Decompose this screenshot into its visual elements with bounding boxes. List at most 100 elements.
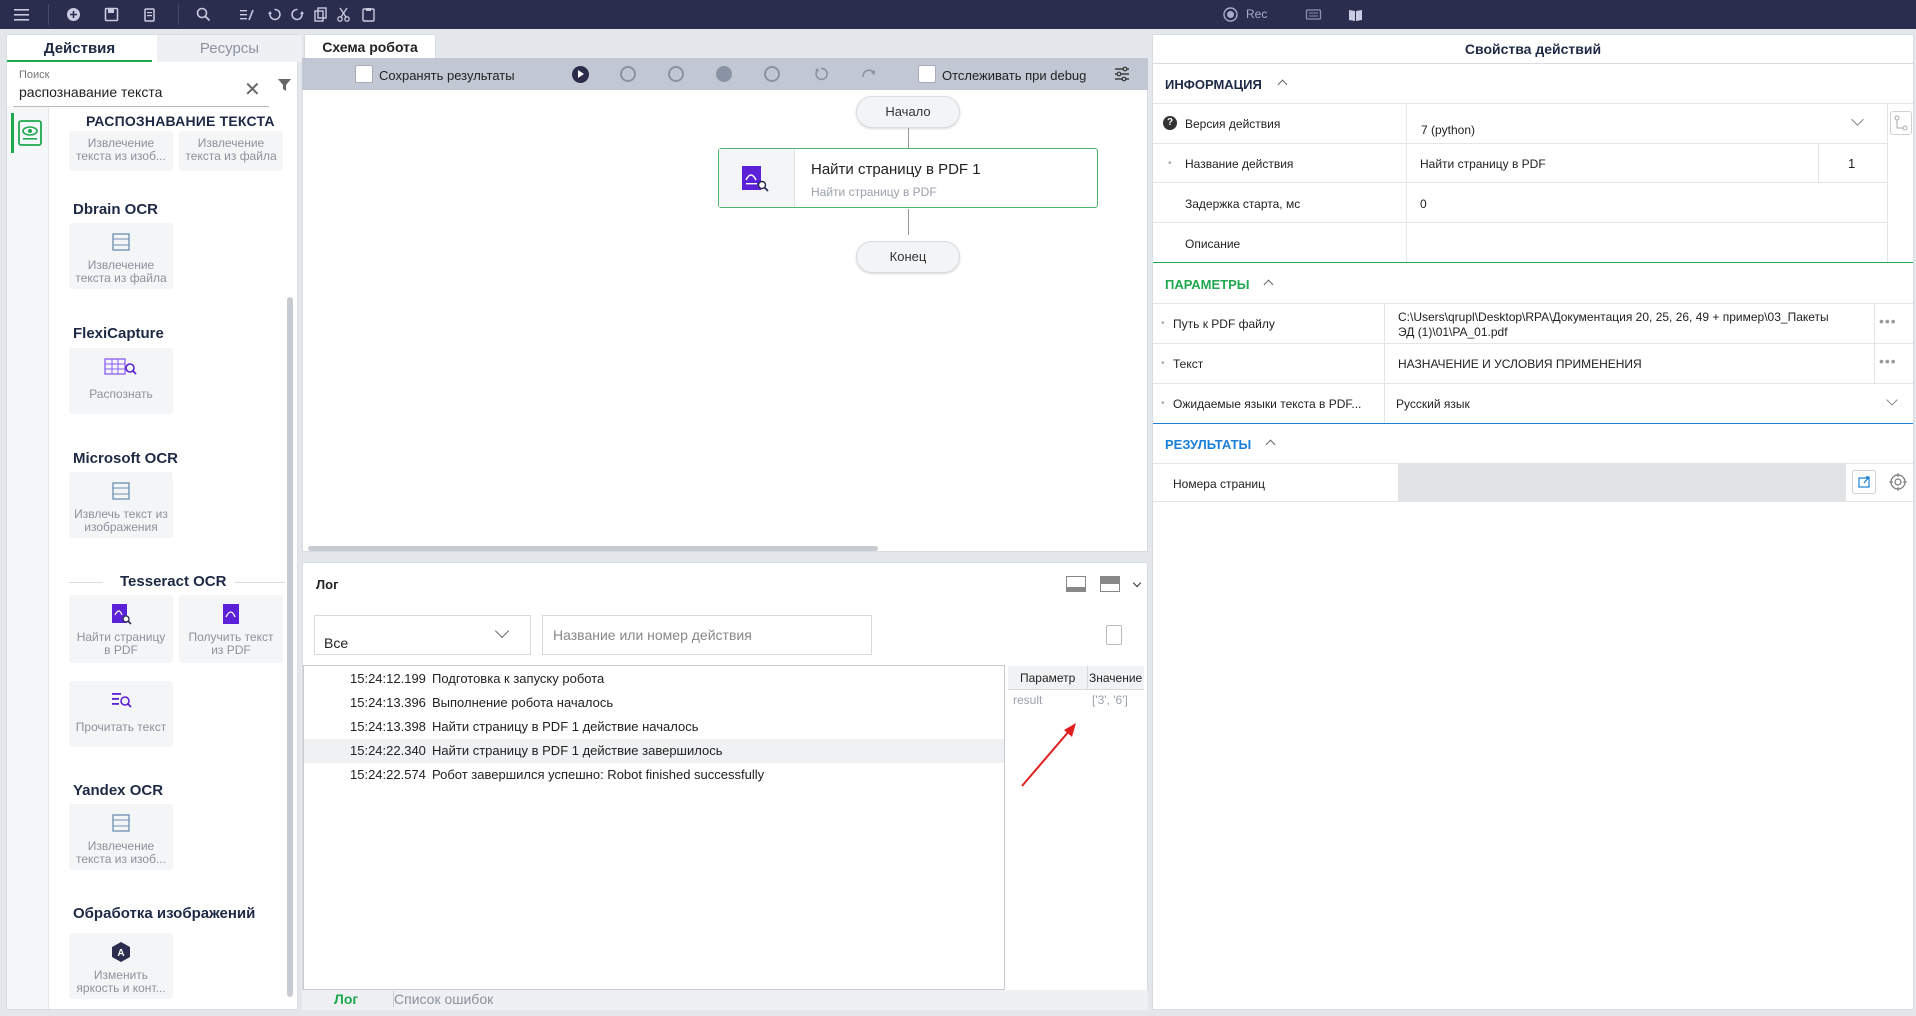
cancel-button[interactable] <box>764 66 780 82</box>
left-scrollbar[interactable] <box>287 297 293 997</box>
search-input[interactable] <box>19 84 249 100</box>
description-label: Описание <box>1185 237 1241 251</box>
page-numbers-field[interactable] <box>1398 463 1846 501</box>
save-icon[interactable] <box>103 6 120 23</box>
tab-actions[interactable]: Действия <box>7 35 152 62</box>
layout-full-icon[interactable] <box>1100 576 1120 592</box>
log-timestamp: 15:24:13.396 <box>350 695 426 710</box>
col-divider <box>1384 303 1385 423</box>
action-card[interactable]: Прочитать текст <box>69 681 173 747</box>
action-node[interactable]: Найти страницу в PDF 1 Найти страницу в … <box>718 148 1098 208</box>
category-ocr-icon[interactable] <box>11 113 45 153</box>
action-name-value[interactable]: Найти страницу в PDF <box>1420 157 1546 171</box>
log-row[interactable]: 15:24:22.574 Робот завершился успешно: R… <box>304 763 1004 787</box>
action-card[interactable]: Получить текст из PDF <box>179 595 283 663</box>
clear-search-icon[interactable]: ✕ <box>244 77 261 102</box>
action-card[interactable]: Извлечение текста из файла <box>179 131 283 171</box>
pdf-path-value-line2[interactable]: ЭД (1)\01\PA_01.pdf <box>1398 325 1508 339</box>
more-options-icon[interactable]: ••• <box>1879 353 1897 369</box>
action-card[interactable]: A Изменить яркость и конт... <box>69 933 173 999</box>
track-debug-checkbox[interactable] <box>918 65 936 83</box>
start-node[interactable]: Начало <box>856 96 960 128</box>
action-card[interactable]: Извлечение текста из файла <box>69 223 173 289</box>
connector-line <box>908 128 909 148</box>
layout-split-icon[interactable] <box>1066 576 1086 592</box>
start-delay-value[interactable]: 0 <box>1420 197 1427 211</box>
card-label: Извлечь текст из изображения <box>74 507 168 534</box>
block-button[interactable] <box>716 66 732 82</box>
help-icon[interactable]: ? <box>1163 116 1177 130</box>
record-icon[interactable] <box>1222 6 1239 23</box>
action-number-value[interactable]: 1 <box>1848 156 1855 171</box>
log-row[interactable]: 15:24:12.199 Подготовка к запуску робота <box>304 667 1004 691</box>
start-delay-label: Задержка старта, мс <box>1185 197 1301 211</box>
copy-log-icon[interactable] <box>1106 625 1122 645</box>
log-message: Подготовка к запуску робота <box>432 671 605 686</box>
log-row[interactable]: 15:24:13.396 Выполнение робота началось <box>304 691 1004 715</box>
section-divider <box>1153 423 1913 424</box>
log-message: Найти страницу в PDF 1 действие завершил… <box>432 743 723 758</box>
version-value[interactable]: 7 (python) <box>1421 123 1475 137</box>
redo-icon[interactable] <box>289 6 306 23</box>
target-icon[interactable] <box>1888 472 1908 492</box>
card-label: Извлечение текста из изоб... <box>76 839 166 866</box>
horizontal-scrollbar[interactable] <box>308 546 878 551</box>
group-title-yandex: Yandex OCR <box>73 782 164 799</box>
export-result-button[interactable] <box>1852 470 1876 494</box>
book-icon[interactable] <box>1347 6 1364 23</box>
pdf-search-icon <box>742 166 769 192</box>
action-card[interactable]: Извлечь текст из изображения <box>69 472 173 538</box>
section-results[interactable]: РЕЗУЛЬТАТЫ <box>1165 437 1251 452</box>
restart-icon[interactable] <box>812 65 830 83</box>
tab-resources[interactable]: Ресурсы <box>157 35 302 62</box>
col-divider <box>1874 303 1875 383</box>
languages-value[interactable]: Русский язык <box>1396 397 1470 411</box>
tab-log[interactable]: Лог <box>334 991 358 1007</box>
action-card[interactable]: Распознать <box>69 348 173 414</box>
log-row-selected[interactable]: 15:24:22.340 Найти страницу в PDF 1 дейс… <box>304 739 1004 763</box>
action-node-subtitle: Найти страницу в PDF <box>811 185 937 199</box>
save-results-checkbox[interactable] <box>355 65 373 83</box>
scan-image-icon <box>112 233 130 251</box>
log-list[interactable]: 15:24:12.199 Подготовка к запуску робота… <box>303 665 1005 990</box>
schema-canvas[interactable] <box>302 58 1148 552</box>
pdf-path-value-line1[interactable]: C:\Users\qrupl\Desktop\RPA\Документация … <box>1398 310 1829 324</box>
action-card[interactable]: Найти страницу в PDF <box>69 595 173 663</box>
copy-icon[interactable] <box>312 6 329 23</box>
section-info[interactable]: ИНФОРМАЦИЯ <box>1165 77 1262 92</box>
section-divider <box>1153 262 1913 263</box>
step-over-icon[interactable] <box>860 65 878 83</box>
pause-button[interactable] <box>620 66 636 82</box>
settings-sliders-icon[interactable] <box>1114 66 1130 82</box>
version-branch-button[interactable] <box>1890 111 1912 135</box>
stop-button[interactable] <box>668 66 684 82</box>
end-node[interactable]: Конец <box>856 241 960 273</box>
paste-icon[interactable] <box>360 6 377 23</box>
more-options-icon[interactable]: ••• <box>1879 313 1897 329</box>
card-label: Получить текст из PDF <box>188 630 274 657</box>
undo-icon[interactable] <box>266 6 283 23</box>
log-search-input[interactable] <box>542 615 872 655</box>
filter-icon[interactable] <box>277 77 292 96</box>
add-icon[interactable] <box>65 6 82 23</box>
log-row[interactable]: 15:24:13.398 Найти страницу в PDF 1 дейс… <box>304 715 1004 739</box>
card-label: Найти страницу в PDF <box>76 630 166 657</box>
tab-error-list[interactable]: Список ошибок <box>393 991 493 1007</box>
row-divider <box>1153 103 1913 104</box>
play-button[interactable] <box>572 66 589 83</box>
tab-robot-schema[interactable]: Схема робота <box>304 34 436 58</box>
keyboard-icon[interactable] <box>1305 6 1322 23</box>
edit-list-icon[interactable] <box>238 6 255 23</box>
action-card[interactable]: Извлечение текста из изоб... <box>69 804 173 870</box>
search-icon[interactable] <box>195 6 212 23</box>
action-card[interactable]: Извлечение текста из изоб... <box>69 131 173 171</box>
clipboard-icon[interactable] <box>141 6 158 23</box>
param-value: ['3', '6'] <box>1092 693 1128 707</box>
text-value[interactable]: НАЗНАЧЕНИЕ И УСЛОВИЯ ПРИМЕНЕНИЯ <box>1398 357 1642 371</box>
table-search-icon <box>104 358 137 375</box>
log-filter-value: Все <box>324 635 349 651</box>
rec-label[interactable]: Rec <box>1246 7 1267 21</box>
menu-icon[interactable] <box>13 6 30 23</box>
cut-icon[interactable] <box>335 6 352 23</box>
section-params[interactable]: ПАРАМЕТРЫ <box>1165 277 1250 292</box>
